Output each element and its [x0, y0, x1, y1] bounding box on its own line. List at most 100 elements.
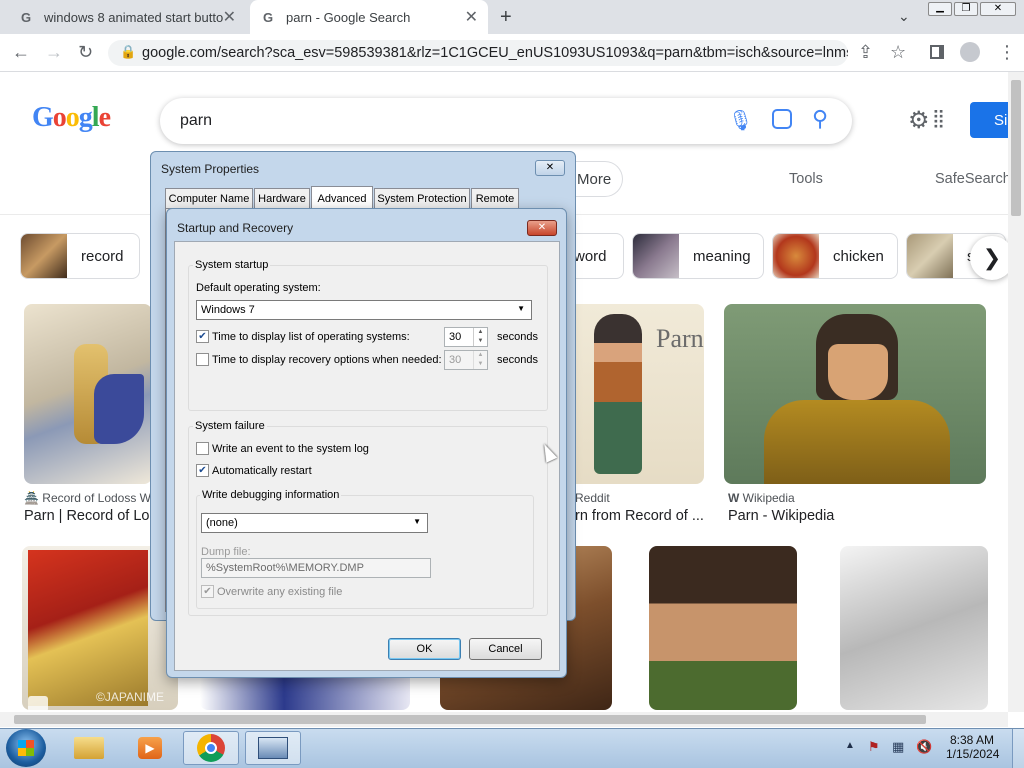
- cancel-button[interactable]: Cancel: [469, 638, 542, 660]
- ok-button[interactable]: OK: [388, 638, 461, 660]
- taskbar-media-player[interactable]: ▶: [122, 731, 178, 765]
- result-image[interactable]: [724, 304, 986, 484]
- chrome-icon: [197, 734, 225, 762]
- result-title[interactable]: Parn | Record of Lod: [24, 508, 158, 524]
- result-title[interactable]: rn from Record of ...: [575, 508, 704, 524]
- plus-icon[interactable]: +: [500, 6, 512, 29]
- tools-filter[interactable]: Tools: [789, 171, 823, 187]
- google-favicon: G: [20, 9, 32, 25]
- taskbar-explorer[interactable]: [61, 731, 117, 765]
- gear-icon[interactable]: ⚙: [908, 106, 930, 135]
- result-source[interactable]: W Wikipedia: [728, 491, 795, 505]
- search-input[interactable]: parn 🎙 ⚲: [160, 98, 852, 144]
- result-source[interactable]: 🏯 Record of Lodoss W: [24, 491, 151, 505]
- show-desktop-button[interactable]: [1012, 729, 1024, 768]
- lock-icon[interactable]: 🔒: [120, 44, 136, 60]
- close-icon[interactable]: ✕: [527, 220, 557, 236]
- result-title[interactable]: Parn - Wikipedia: [728, 508, 834, 524]
- spin-arrows-icon[interactable]: ▲ ▼: [473, 351, 487, 369]
- tab-computer-name[interactable]: Computer Name: [165, 188, 253, 208]
- image-box: [28, 550, 148, 706]
- result-image[interactable]: [24, 304, 152, 484]
- checkbox-label: Overwrite any existing file: [217, 586, 343, 598]
- tab-remote[interactable]: Remote: [471, 188, 519, 208]
- back-icon[interactable]: ←: [12, 42, 30, 63]
- overwrite-checkbox[interactable]: ✔: [201, 585, 214, 598]
- chip-chicken[interactable]: chicken: [772, 233, 898, 279]
- image-text: Parn: [656, 324, 704, 353]
- restore-icon[interactable]: ❐: [954, 2, 978, 16]
- kebab-icon[interactable]: ⋮: [998, 42, 1016, 63]
- star-icon[interactable]: ☆: [890, 42, 906, 63]
- result-image[interactable]: Parn: [566, 304, 704, 484]
- auto-restart-checkbox[interactable]: ✔: [196, 464, 209, 477]
- tab-title: windows 8 animated start button: [44, 9, 224, 25]
- apps-icon[interactable]: ⣿: [932, 108, 945, 129]
- lens-icon[interactable]: [772, 109, 792, 129]
- share-icon[interactable]: ⇪: [858, 42, 873, 63]
- minimize-icon[interactable]: ▁: [928, 2, 952, 16]
- debug-info-select[interactable]: (none) ▼: [201, 513, 428, 533]
- tab-title: parn - Google Search: [286, 9, 411, 25]
- input-value: %SystemRoot%\MEMORY.DMP: [206, 562, 364, 574]
- chip-word[interactable]: word: [568, 233, 624, 279]
- safesearch-filter[interactable]: SafeSearch: [935, 171, 1011, 187]
- mic-icon[interactable]: 🎙: [728, 108, 753, 133]
- media-player-icon: ▶: [138, 737, 162, 759]
- dump-file-input[interactable]: %SystemRoot%\MEMORY.DMP: [201, 558, 431, 578]
- select-value: (none): [206, 517, 238, 529]
- search-icon[interactable]: ⚲: [812, 106, 828, 132]
- select-value: Windows 7: [201, 304, 255, 316]
- tab-windows8[interactable]: G windows 8 animated start button ✕: [8, 0, 246, 34]
- reload-icon[interactable]: ↻: [78, 42, 93, 63]
- scroll-thumb[interactable]: [1011, 80, 1021, 216]
- google-favicon: G: [262, 9, 274, 25]
- time-list-spinner[interactable]: 30 ▲ ▼: [444, 327, 488, 347]
- spinner-value: 30: [449, 331, 462, 343]
- profile-icon[interactable]: [960, 42, 980, 62]
- folder-icon: [74, 737, 104, 759]
- volume-icon[interactable]: 🔇: [916, 739, 932, 755]
- time-recovery-spinner[interactable]: 30 ▲ ▼: [444, 350, 488, 370]
- tab-parn[interactable]: G parn - Google Search ✕: [250, 0, 488, 34]
- taskbar-chrome[interactable]: [183, 731, 239, 765]
- close-icon[interactable]: ✕: [223, 7, 236, 27]
- action-center-icon[interactable]: ⚑: [868, 739, 880, 755]
- forward-icon[interactable]: →: [45, 42, 63, 63]
- spinner-value: 30: [449, 354, 462, 366]
- tab-hardware[interactable]: Hardware: [254, 188, 310, 208]
- tab-system-protection[interactable]: System Protection: [374, 188, 470, 208]
- unit-label: seconds: [497, 354, 538, 366]
- vertical-scrollbar[interactable]: [1008, 72, 1024, 712]
- address-bar[interactable]: 🔒 google.com/search?sca_esv=598539381&rl…: [108, 40, 848, 66]
- time-list-checkbox[interactable]: ✔: [196, 330, 209, 343]
- sidepanel-icon[interactable]: [930, 45, 944, 59]
- tab-search-chevron-icon[interactable]: ⌄: [898, 8, 910, 25]
- result-image[interactable]: [840, 546, 988, 710]
- tray-expand-icon[interactable]: ▲: [845, 740, 855, 751]
- write-event-checkbox[interactable]: [196, 442, 209, 455]
- chip-meaning[interactable]: meaning: [632, 233, 764, 279]
- chip-thumbnail: [907, 234, 953, 278]
- tab-advanced[interactable]: Advanced: [311, 186, 373, 210]
- spin-arrows-icon[interactable]: ▲ ▼: [473, 328, 487, 346]
- source-text: Wikipedia: [742, 491, 795, 505]
- result-source[interactable]: Reddit: [575, 491, 610, 505]
- chip-record[interactable]: record: [20, 233, 140, 279]
- taskbar-system-properties[interactable]: [245, 731, 301, 765]
- group-label: System failure: [193, 420, 267, 432]
- scroll-thumb[interactable]: [14, 715, 926, 724]
- network-icon[interactable]: ▦: [892, 739, 904, 755]
- more-filter[interactable]: More: [575, 161, 623, 197]
- google-logo[interactable]: Google: [32, 102, 111, 134]
- horizontal-scrollbar[interactable]: [0, 712, 1008, 727]
- clock[interactable]: 8:38 AM 1/15/2024: [946, 733, 999, 761]
- close-icon[interactable]: ✕: [465, 7, 478, 27]
- close-window-icon[interactable]: ✕: [980, 2, 1016, 16]
- default-os-select[interactable]: Windows 7 ▼: [196, 300, 532, 320]
- checkbox-label: Time to display list of operating system…: [212, 331, 410, 343]
- close-icon[interactable]: ✕: [535, 160, 565, 176]
- start-button[interactable]: [6, 729, 46, 767]
- result-image[interactable]: [649, 546, 797, 710]
- time-recovery-checkbox[interactable]: [196, 353, 209, 366]
